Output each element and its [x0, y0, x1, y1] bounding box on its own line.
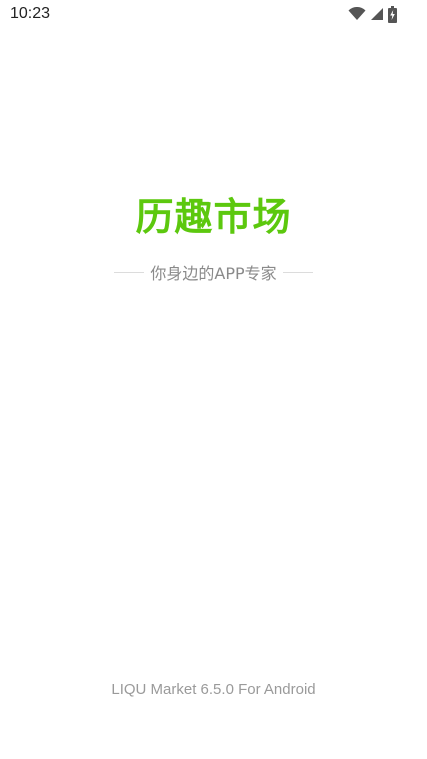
tagline: 你身边的APP专家: [150, 264, 277, 283]
tagline-divider-left: [114, 271, 145, 273]
status-time: 10:23: [10, 5, 51, 22]
tagline-row: 你身边的APP专家: [0, 260, 427, 284]
app-title: 历趣市场: [135, 195, 292, 239]
status-bar: 10:23: [0, 0, 427, 30]
status-icons: [348, 5, 397, 23]
tagline-divider-right: [282, 271, 313, 273]
signal-icon: [370, 7, 384, 21]
wifi-icon: [348, 7, 366, 21]
version-footer: LIQU Market 6.5.0 For Android: [111, 681, 316, 698]
brand-logo: 历趣市场: [0, 186, 427, 241]
splash-screen: 10:23 历趣市场 你身边的APP专家 LIQU Market 6.5.0 F…: [0, 0, 427, 759]
battery-charging-icon: [388, 5, 397, 23]
